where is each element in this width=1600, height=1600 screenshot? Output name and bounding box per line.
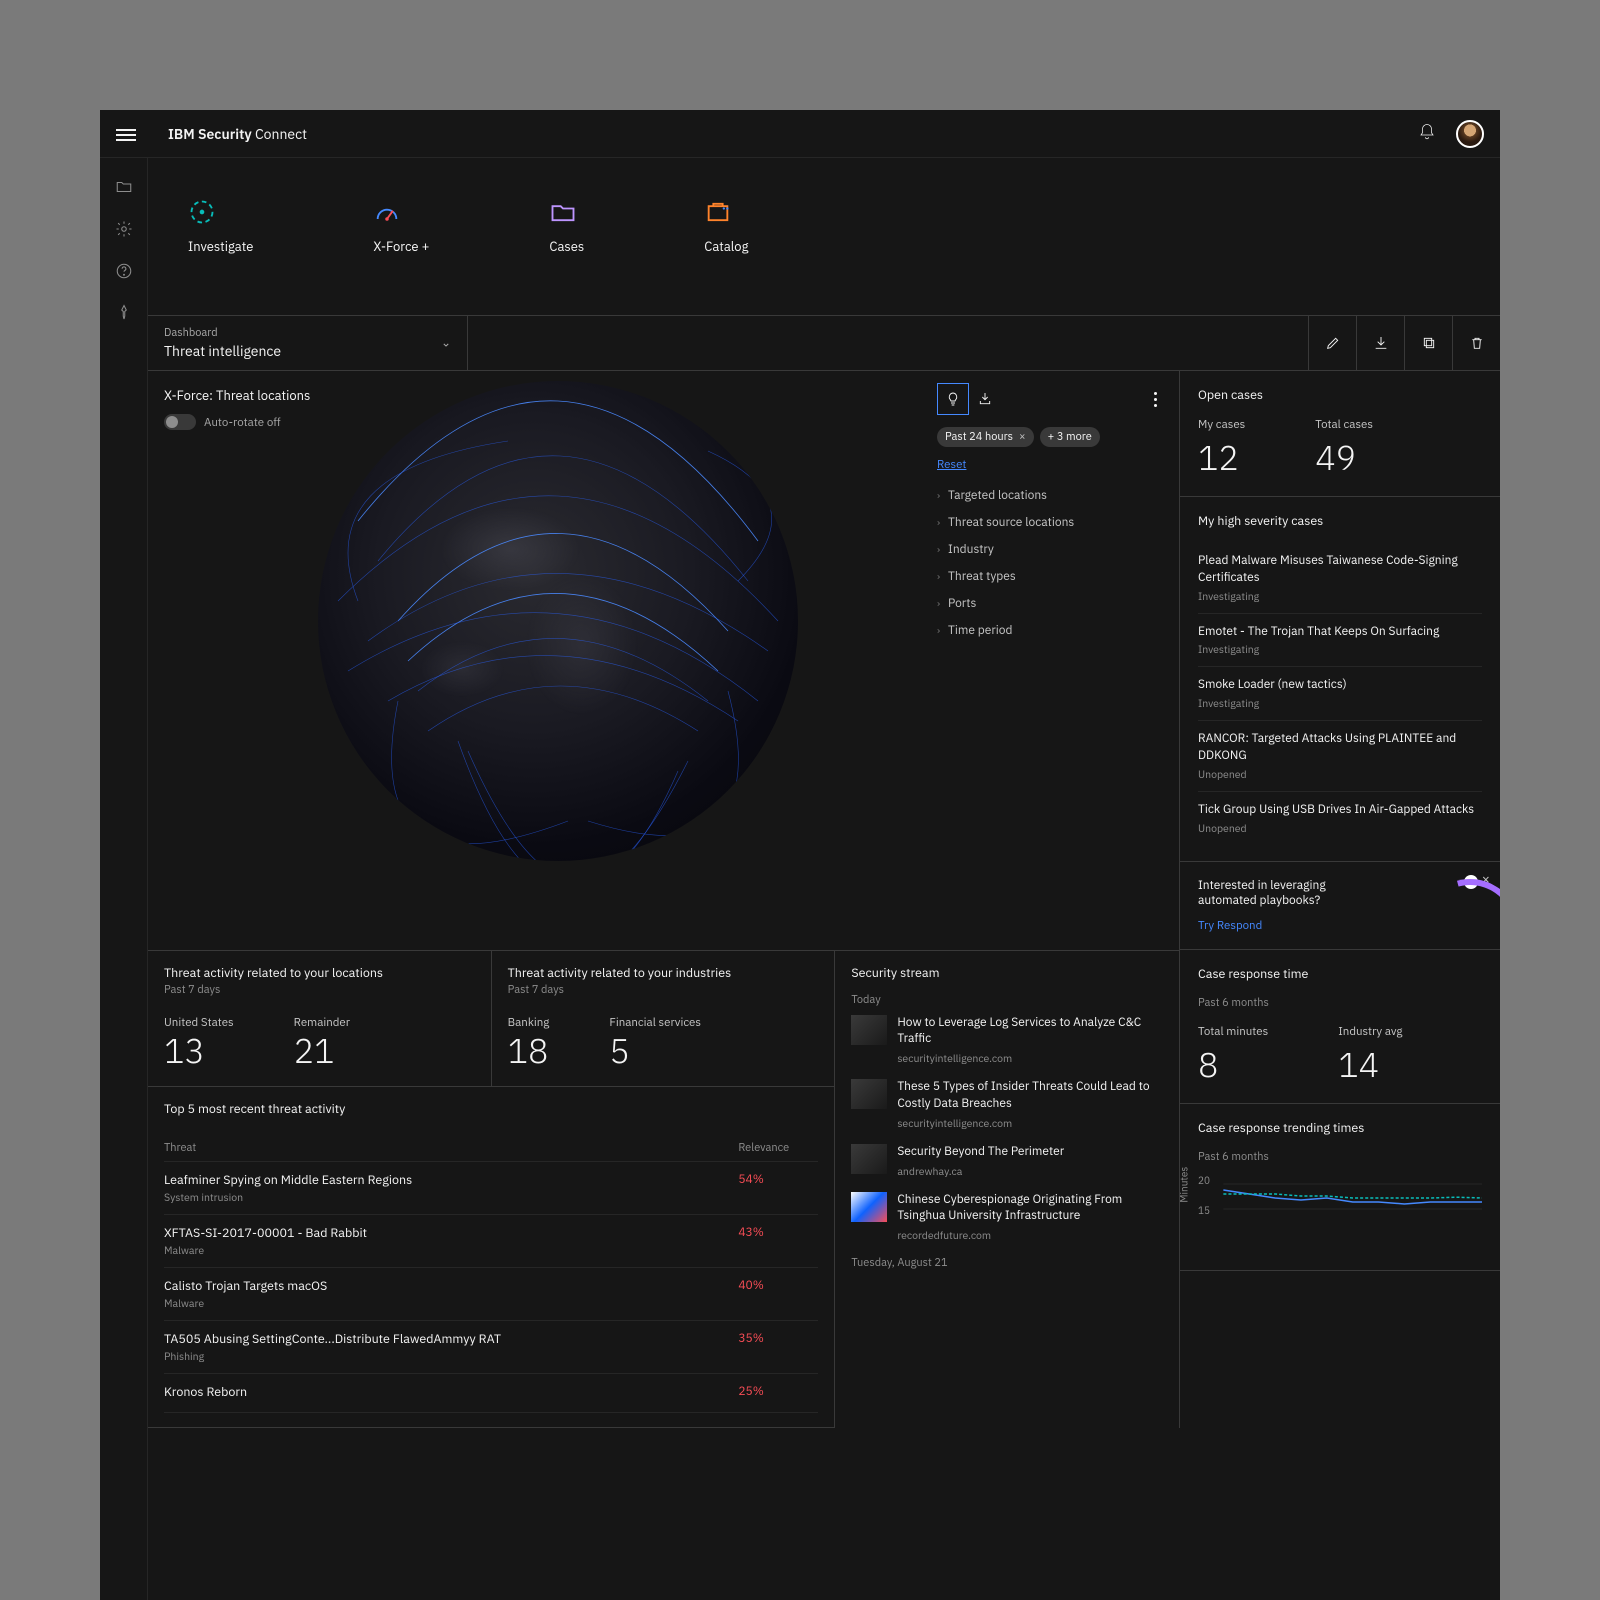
nav-catalog[interactable]: Catalog: [704, 198, 748, 255]
close-icon[interactable]: ×: [1019, 430, 1026, 444]
delete-button[interactable]: [1452, 316, 1500, 370]
promo-art: [1420, 879, 1500, 950]
chevron-down-icon: ⌄: [441, 336, 451, 351]
download-button[interactable]: [1356, 316, 1404, 370]
facet-item[interactable]: ›Time period: [937, 617, 1167, 644]
facet-item[interactable]: ›Targeted locations: [937, 482, 1167, 509]
stream-item[interactable]: How to Leverage Log Services to Analyze …: [851, 1015, 1163, 1065]
stat-locations: Threat activity related to your location…: [148, 951, 492, 1086]
cases-icon: [549, 198, 577, 226]
threat-row[interactable]: Leafminer Spying on Middle Eastern Regio…: [164, 1162, 818, 1215]
open-cases-title: Open cases: [1198, 387, 1482, 403]
stream-item[interactable]: Security Beyond The Perimeterandrewhay.c…: [851, 1144, 1163, 1178]
nav-label: Investigate: [188, 238, 253, 255]
stat-value: 5: [609, 1034, 701, 1068]
severity-item[interactable]: Tick Group Using USB Drives In Air-Gappe…: [1198, 791, 1482, 845]
chevron-right-icon: ›: [937, 570, 940, 583]
notifications-icon[interactable]: [1418, 123, 1436, 145]
severity-item[interactable]: Emotet - The Trojan That Keeps On Surfac…: [1198, 613, 1482, 667]
stream-day: Tuesday, August 21: [851, 1256, 1163, 1270]
stat-value: 14: [1338, 1043, 1402, 1087]
chevron-right-icon: ›: [937, 516, 940, 529]
stat-value: 49: [1315, 436, 1373, 480]
nav-cases[interactable]: Cases: [549, 198, 584, 255]
severity-item[interactable]: RANCOR: Targeted Attacks Using PLAINTEE …: [1198, 720, 1482, 791]
threat-row[interactable]: Calisto Trojan Targets macOSMalware40%: [164, 1268, 818, 1321]
dashboard-title: Threat intelligence: [164, 342, 451, 360]
stat-industries: Threat activity related to your industri…: [492, 951, 835, 1086]
promo-text: Interested in leveraging automated playb…: [1198, 878, 1358, 908]
stat-value: 18: [508, 1034, 550, 1068]
brand: IBM Security Connect: [168, 125, 307, 143]
folder-icon[interactable]: [115, 178, 133, 196]
help-icon[interactable]: [115, 262, 133, 280]
stat-value: 12: [1198, 436, 1245, 480]
nav-label: X-Force +: [373, 238, 429, 255]
stat-value: 21: [294, 1034, 350, 1068]
facet-item[interactable]: ›Ports: [937, 590, 1167, 617]
dashboard-selector[interactable]: Dashboard Threat intelligence ⌄: [148, 316, 468, 370]
threat-row[interactable]: Kronos Reborn25%: [164, 1374, 818, 1413]
chevron-right-icon: ›: [937, 489, 940, 502]
filter-chip-more[interactable]: + 3 more: [1040, 427, 1100, 447]
brand-bold: IBM Security: [168, 125, 252, 143]
stat-value: 13: [164, 1034, 234, 1068]
facet-item[interactable]: ›Industry: [937, 536, 1167, 563]
threat-globe[interactable]: [318, 381, 798, 861]
brand-light: Connect: [252, 125, 307, 143]
stream-title: Security stream: [851, 965, 1163, 981]
avatar[interactable]: [1456, 120, 1484, 148]
import-icon[interactable]: [969, 383, 1001, 415]
catalog-icon: [704, 198, 732, 226]
edit-button[interactable]: [1308, 316, 1356, 370]
copy-button[interactable]: [1404, 316, 1452, 370]
target-icon: [188, 198, 216, 226]
trend-title: Case response trending times: [1198, 1120, 1482, 1136]
threat-row[interactable]: XFTAS-SI-2017-00001 - Bad RabbitMalware4…: [164, 1215, 818, 1268]
severity-item[interactable]: Smoke Loader (new tactics)Investigating: [1198, 666, 1482, 720]
stream-day: Today: [851, 993, 1163, 1007]
gear-icon[interactable]: [115, 220, 133, 238]
response-title: Case response time: [1198, 966, 1482, 982]
reset-link[interactable]: Reset: [937, 457, 966, 472]
menu-button[interactable]: [116, 126, 136, 142]
facet-item[interactable]: ›Threat types: [937, 563, 1167, 590]
nav-label: Catalog: [704, 238, 748, 255]
stream-item[interactable]: These 5 Types of Insider Threats Could L…: [851, 1079, 1163, 1129]
severity-item[interactable]: Plead Malware Misuses Taiwanese Code-Sig…: [1198, 543, 1482, 613]
nav-investigate[interactable]: Investigate: [188, 198, 253, 255]
promo-link[interactable]: Try Respond: [1198, 918, 1262, 933]
promo-card: × Interested in leveraging automated pla…: [1180, 862, 1500, 950]
stat-value: 8: [1198, 1043, 1268, 1087]
facet-item[interactable]: ›Threat source locations: [937, 509, 1167, 536]
filter-chip[interactable]: Past 24 hours×: [937, 427, 1034, 447]
autorotate-label: Auto-rotate off: [204, 415, 281, 430]
overflow-menu[interactable]: [1143, 383, 1167, 415]
chevron-right-icon: ›: [937, 597, 940, 610]
nav-xforce[interactable]: X-Force +: [373, 198, 429, 255]
threat-row[interactable]: TA505 Abusing SettingConte...Distribute …: [164, 1321, 818, 1374]
chevron-right-icon: ›: [937, 624, 940, 637]
pin-icon[interactable]: [115, 304, 133, 322]
severity-title: My high severity cases: [1198, 513, 1482, 529]
nav-label: Cases: [549, 238, 584, 255]
threats-title: Top 5 most recent threat activity: [164, 1101, 818, 1117]
trend-chart: Minutes 20 15: [1198, 1174, 1482, 1254]
stream-item[interactable]: Chinese Cyberespionage Originating From …: [851, 1192, 1163, 1242]
autorotate-toggle[interactable]: [164, 414, 196, 430]
idea-icon[interactable]: [937, 383, 969, 415]
gauge-icon: [373, 198, 401, 226]
chevron-right-icon: ›: [937, 543, 940, 556]
dashboard-eyebrow: Dashboard: [164, 326, 451, 340]
